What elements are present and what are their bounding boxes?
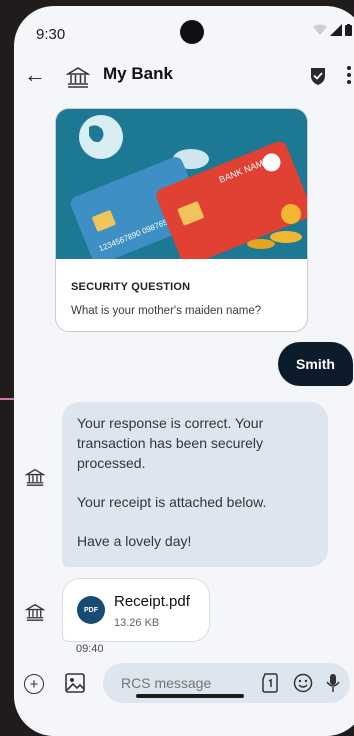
status-time: 9:30 xyxy=(36,26,66,43)
message-line: Your receipt is attached below. xyxy=(77,494,267,510)
arrow-back-icon[interactable]: ← xyxy=(24,64,46,86)
file-size: 13.26 KB xyxy=(114,617,160,629)
incoming-message-bubble[interactable]: Your response is correct. Your transacti… xyxy=(62,402,328,567)
file-attachment[interactable]: PDF Receipt.pdf 13.26 KB xyxy=(62,578,210,642)
gallery-icon[interactable] xyxy=(64,672,86,699)
file-type-label: PDF xyxy=(84,606,98,614)
home-indicator[interactable] xyxy=(136,694,244,698)
message-line: transaction has been securely xyxy=(77,435,263,451)
message-line: processed. xyxy=(77,455,146,471)
card-label: SECURITY QUESTION xyxy=(71,281,191,293)
message-input[interactable] xyxy=(121,675,241,691)
bank-avatar-icon xyxy=(24,467,46,487)
message-line: Have a lovely day! xyxy=(77,533,192,549)
chat-title[interactable]: My Bank xyxy=(103,64,173,84)
front-camera xyxy=(180,20,204,44)
signal-icon xyxy=(330,24,342,36)
message-line: Your response is correct. Your xyxy=(77,415,264,431)
mic-icon[interactable] xyxy=(325,673,341,698)
outgoing-message-text: Smith xyxy=(296,356,335,372)
status-bar: 9:30 xyxy=(14,6,354,54)
outgoing-message-bubble[interactable]: Smith xyxy=(278,342,353,386)
more-vert-icon[interactable] xyxy=(347,66,353,87)
credit-card-illustration: 1234567890 0987654321 BANK NAME xyxy=(56,109,307,259)
emoji-icon[interactable] xyxy=(293,673,313,698)
shield-check-icon[interactable] xyxy=(309,66,327,91)
wifi-icon xyxy=(313,24,327,35)
pdf-file-icon: PDF xyxy=(77,596,105,624)
edge-accent-line xyxy=(0,398,14,400)
message-timestamp: 09:40 xyxy=(76,643,104,655)
system-icons xyxy=(313,24,352,36)
battery-icon xyxy=(345,24,352,36)
security-question-card[interactable]: 1234567890 0987654321 BANK NAME SECURITY… xyxy=(55,108,308,332)
card-question: What is your mother's maiden name? xyxy=(71,305,262,317)
bank-icon[interactable] xyxy=(64,64,92,90)
bank-avatar-icon xyxy=(24,602,46,622)
file-name: Receipt.pdf xyxy=(114,593,190,610)
chat-header: ← My Bank xyxy=(14,54,354,98)
sim-1-icon[interactable] xyxy=(261,673,279,698)
phone-screen: 9:30 ← My Bank 1234567890 0987654321 BAN… xyxy=(14,6,354,736)
add-icon[interactable]: + xyxy=(24,674,44,694)
